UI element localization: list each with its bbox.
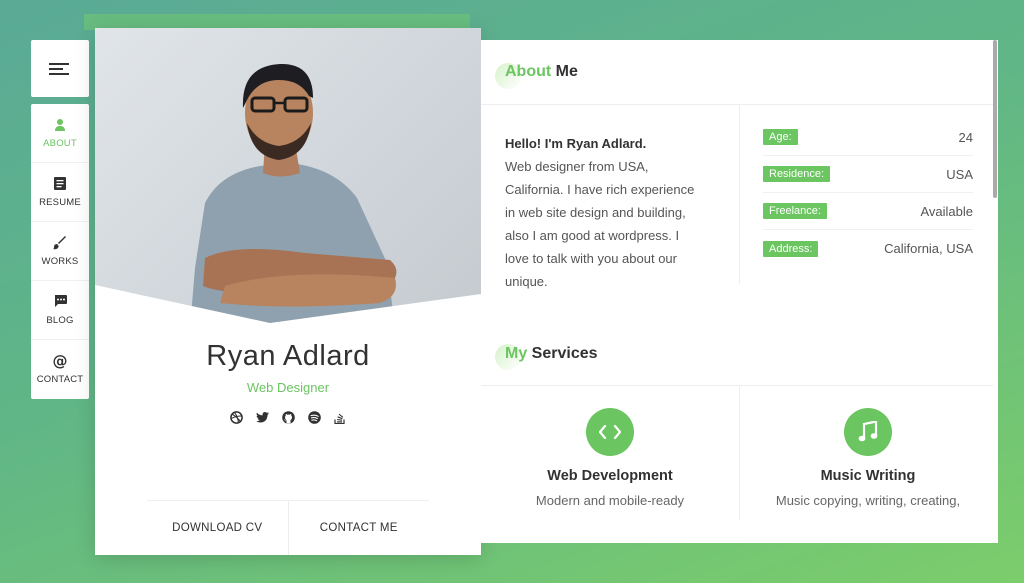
photo-divider (95, 285, 481, 338)
github-icon[interactable] (281, 411, 295, 424)
about-line: in web site design and building, (505, 205, 686, 220)
info-value: USA (946, 166, 973, 182)
about-line: Web designer from USA, (505, 159, 649, 174)
nav-item-contact[interactable]: @ CONTACT (31, 340, 89, 399)
info-row-address: Address: California, USA (763, 230, 973, 267)
side-nav: ABOUT RESUME WORKS BLOG @ CONTACT (31, 104, 89, 399)
info-label: Address: (763, 240, 819, 257)
service-web-development: Web Development Modern and mobile-ready (481, 408, 739, 508)
card-actions: DOWNLOAD CV CONTACT ME (147, 500, 429, 555)
info-value: California, USA (884, 241, 973, 256)
social-links (95, 411, 481, 424)
info-label: Freelance: (763, 203, 827, 219)
nav-label-contact: CONTACT (36, 374, 84, 385)
stackoverflow-icon[interactable] (334, 411, 347, 424)
about-description: Hello! I'm Ryan Adlard. Web designer fro… (505, 132, 725, 293)
about-title-rest: Me (551, 63, 578, 80)
service-title: Web Development (547, 468, 673, 484)
service-description: Music copying, writing, creating, (775, 493, 961, 508)
services-title-accent: My (505, 345, 528, 362)
info-row-freelance: Freelance: Available (763, 193, 973, 230)
info-value: Available (920, 203, 973, 219)
twitter-icon[interactable] (255, 411, 269, 424)
brush-icon (53, 235, 67, 250)
info-row-age: Age: 24 (763, 119, 973, 156)
music-note-icon (844, 408, 892, 456)
info-row-residence: Residence: USA (763, 156, 973, 193)
service-description: Modern and mobile-ready (535, 493, 685, 508)
about-line: California. I have rich experience (505, 182, 695, 197)
menu-button[interactable] (31, 40, 89, 97)
nav-label-works: WORKS (41, 255, 79, 267)
code-icon (586, 408, 634, 456)
divider-vertical (739, 104, 740, 284)
nav-item-blog[interactable]: BLOG (31, 281, 89, 340)
about-line: love to talk with you about our (505, 251, 677, 266)
about-title: About Me (505, 63, 578, 81)
about-title-accent: About (505, 63, 552, 80)
scrollbar[interactable] (993, 40, 997, 198)
profile-name: Ryan Adlard (206, 340, 370, 372)
nav-item-works[interactable]: WORKS (31, 222, 89, 281)
at-icon: @ (52, 352, 68, 370)
services-title: My Services (505, 345, 598, 363)
nav-item-about[interactable]: ABOUT (31, 104, 89, 163)
spotify-icon[interactable] (307, 411, 321, 424)
profile-card: Ryan Adlard Web Designer DOWNLOAD CV CON… (95, 28, 481, 555)
divider (481, 385, 993, 386)
download-cv-button[interactable]: DOWNLOAD CV (147, 501, 289, 555)
about-line: also I am good at wordpress. I (505, 228, 680, 243)
service-title: Music Writing (820, 468, 916, 484)
contact-me-button[interactable]: CONTACT ME (289, 501, 430, 555)
nav-label-about: ABOUT (43, 137, 77, 149)
info-label: Residence: (763, 166, 831, 182)
content-panel: About Me Hello! I'm Ryan Adlard. Web des… (481, 40, 998, 543)
nav-item-resume[interactable]: RESUME (31, 163, 89, 222)
services-title-rest: Services (527, 345, 598, 362)
person-icon (53, 118, 67, 132)
dribbble-icon[interactable] (229, 411, 243, 424)
about-line: unique. (505, 274, 548, 289)
nav-label-blog: BLOG (46, 314, 74, 326)
divider (481, 104, 993, 105)
document-icon (53, 177, 67, 191)
profile-role: Web Designer (246, 380, 330, 395)
info-label: Age: (763, 129, 798, 145)
hamburger-icon (49, 62, 69, 75)
about-greeting: Hello! I'm Ryan Adlard. (505, 136, 647, 151)
chat-icon (53, 295, 67, 309)
service-music-writing: Music Writing Music copying, writing, cr… (739, 408, 997, 508)
nav-label-resume: RESUME (39, 196, 81, 208)
info-value: 24 (958, 129, 973, 145)
